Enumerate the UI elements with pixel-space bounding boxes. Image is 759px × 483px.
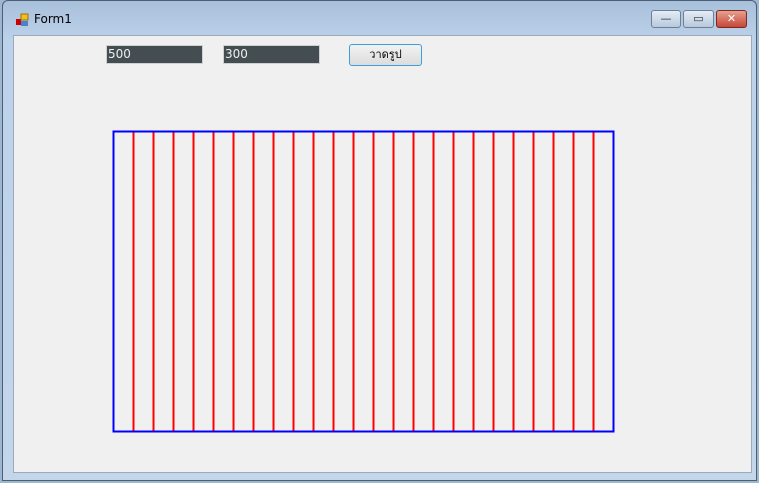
minimize-button[interactable]: — xyxy=(651,10,681,28)
client-area: 500 300 วาดรูป xyxy=(13,35,752,473)
close-button[interactable]: ✕ xyxy=(716,10,747,28)
window-title: Form1 xyxy=(34,12,72,26)
drawing-canvas xyxy=(112,130,615,433)
blue-rectangle xyxy=(112,130,615,433)
form1-window: Form1 — ▭ ✕ 500 300 วาดรูป xyxy=(2,0,757,481)
maximize-button[interactable]: ▭ xyxy=(683,10,714,28)
app-icon xyxy=(16,13,29,26)
